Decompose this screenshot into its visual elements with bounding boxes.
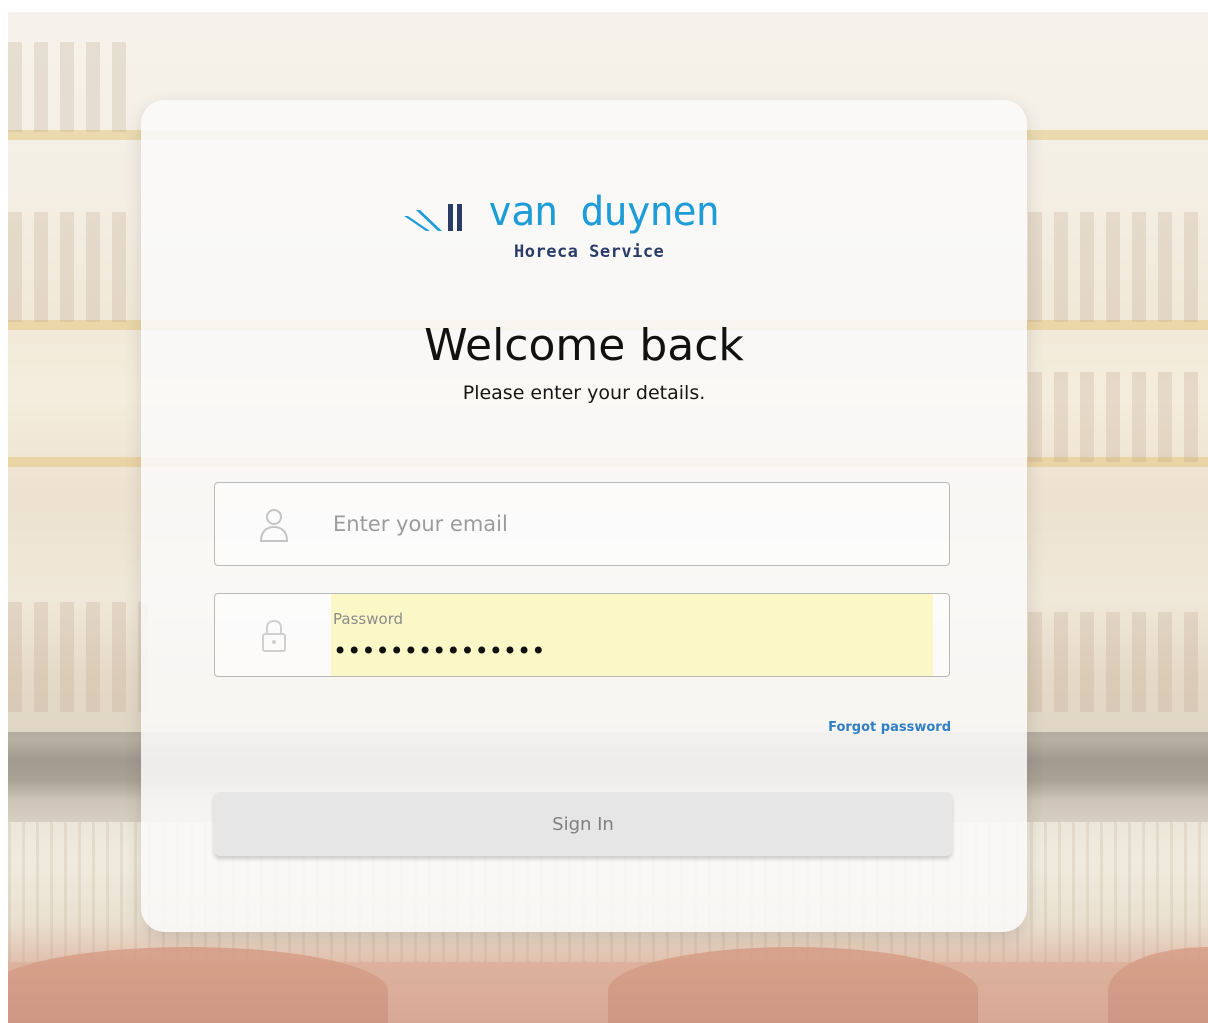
password-label: Password: [333, 610, 404, 628]
login-page: van duynen Horeca Service Welcome back P…: [0, 0, 1208, 1023]
sign-in-button[interactable]: Sign In: [214, 792, 952, 856]
brand-logo: van duynen Horeca Service: [404, 189, 764, 266]
email-input[interactable]: [333, 483, 933, 565]
page-title: Welcome back: [424, 320, 744, 371]
password-input[interactable]: •••••••••••••••: [333, 638, 545, 664]
email-field[interactable]: [214, 482, 950, 566]
brand-tagline: Horeca Service: [514, 242, 665, 262]
lock-icon: [262, 619, 286, 652]
forgot-password-link[interactable]: Forgot password: [828, 720, 951, 735]
password-field[interactable]: Password •••••••••••••••: [214, 593, 950, 677]
van-duynen-logo-mark-icon: [404, 204, 462, 231]
page-subtitle: Please enter your details.: [462, 382, 706, 404]
user-icon: [259, 509, 289, 542]
brand-name: van duynen: [488, 189, 720, 235]
